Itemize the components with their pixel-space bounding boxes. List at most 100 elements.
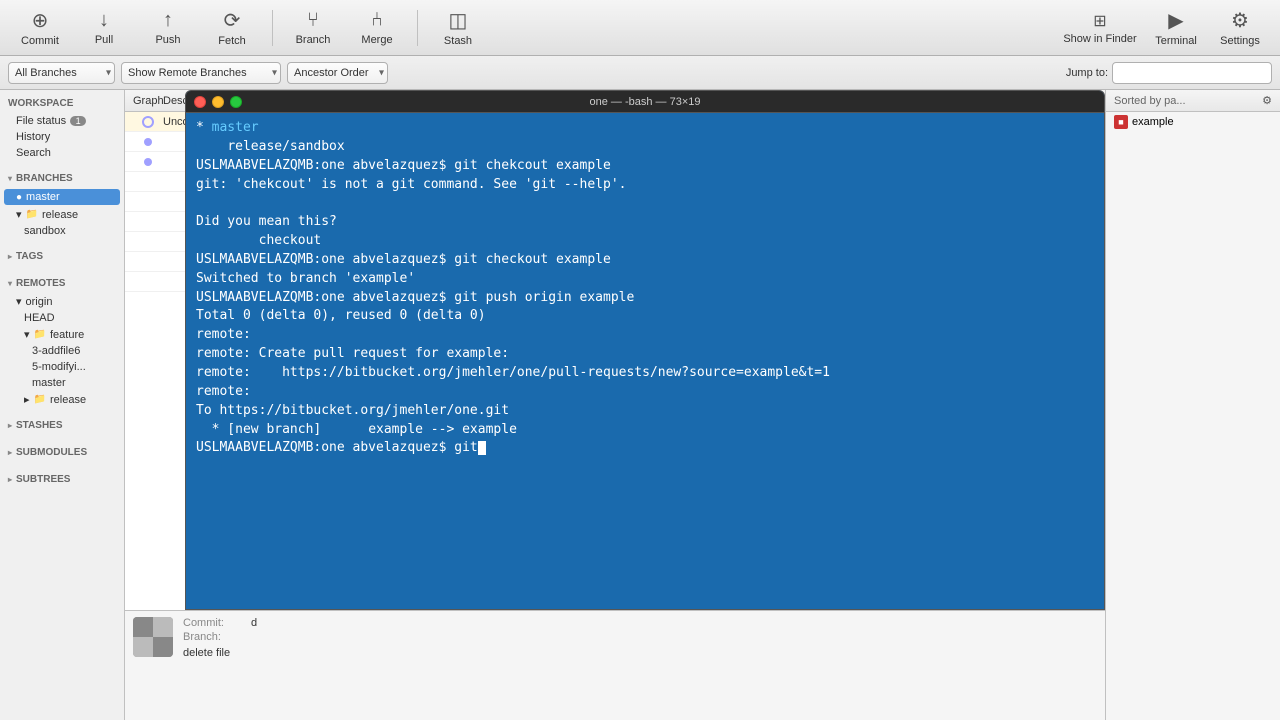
branch-label: Branch bbox=[296, 34, 331, 46]
sidebar-item-sandbox[interactable]: sandbox bbox=[0, 223, 124, 239]
stashes-header[interactable]: ▸ STASHES bbox=[0, 416, 124, 435]
submodules-chevron: ▸ bbox=[8, 448, 12, 457]
delete-file-label: delete file bbox=[183, 647, 1097, 659]
commit-icon: ⊕ bbox=[32, 8, 49, 33]
feature-expand-icon: ▾ bbox=[24, 328, 30, 341]
workspace-header[interactable]: WORKSPACE bbox=[0, 94, 124, 113]
folder-icon: 📁 bbox=[26, 209, 38, 220]
finder-btn[interactable]: ⊞ Show in Finder bbox=[1060, 4, 1140, 52]
branches-header[interactable]: ▾ BRANCHES bbox=[0, 169, 124, 188]
terminal-minimize-btn[interactable] bbox=[212, 96, 224, 108]
sidebar-item-history[interactable]: History bbox=[0, 129, 124, 145]
sidebar-item-remote-release[interactable]: ▸ 📁 release bbox=[0, 391, 124, 408]
commit-avatar bbox=[133, 617, 173, 657]
terminal-output: * master release/sandbox USLMAABVELAZQMB… bbox=[196, 119, 1094, 458]
commit-info-value: d bbox=[251, 617, 257, 629]
jump-to-section: Jump to: bbox=[1066, 62, 1272, 84]
subtrees-chevron: ▸ bbox=[8, 475, 12, 484]
terminal-btn[interactable]: ▶ Terminal bbox=[1148, 4, 1204, 52]
terminal-body[interactable]: * master release/sandbox USLMAABVELAZQMB… bbox=[186, 113, 1104, 609]
pull-btn[interactable]: ↓ Pull bbox=[76, 4, 132, 52]
bottom-panel: Commit: d Branch: delete file bbox=[125, 610, 1105, 720]
stash-item-example[interactable]: ■ example bbox=[1106, 112, 1280, 132]
sidebar-item-head[interactable]: HEAD bbox=[0, 310, 124, 326]
remotes-header[interactable]: ▾ REMOTES bbox=[0, 274, 124, 293]
push-label: Push bbox=[155, 34, 180, 46]
master-label: master bbox=[26, 191, 60, 203]
branches-label: BRANCHES bbox=[16, 173, 73, 184]
tags-header[interactable]: ▸ TAGS bbox=[0, 247, 124, 266]
stash-btn[interactable]: ◫ Stash bbox=[430, 4, 486, 52]
jump-to-input[interactable] bbox=[1112, 62, 1272, 84]
addfile6-label: 3-addfile6 bbox=[32, 345, 80, 357]
remotes-section: ▾ REMOTES ▾ origin HEAD ▾ 📁 feature 3-ad… bbox=[0, 270, 124, 412]
settings-label: Settings bbox=[1220, 35, 1260, 47]
terminal-close-btn[interactable] bbox=[194, 96, 206, 108]
jump-to-label: Jump to: bbox=[1066, 67, 1108, 79]
branch-icon: ⑂ bbox=[307, 9, 319, 32]
file-status-badge: 1 bbox=[70, 116, 86, 126]
toolbar-sep-2 bbox=[417, 10, 418, 46]
pull-icon: ↓ bbox=[99, 9, 109, 32]
push-icon: ↑ bbox=[163, 9, 173, 32]
filter-bar: All Branches master release/sandbox Show… bbox=[0, 56, 1280, 90]
sidebar-item-master[interactable]: ● master bbox=[4, 189, 120, 205]
sidebar-item-addfile6[interactable]: 3-addfile6 bbox=[0, 343, 124, 359]
push-btn[interactable]: ↑ Push bbox=[140, 4, 196, 52]
subtrees-section: ▸ SUBTREES bbox=[0, 466, 124, 493]
stash-label: Stash bbox=[444, 35, 472, 47]
graph-dot-1 bbox=[133, 132, 163, 152]
commit-info-row-1: Commit: d bbox=[183, 617, 1097, 629]
graph-dot-2 bbox=[133, 152, 163, 172]
workspace-section: WORKSPACE File status 1 History Search bbox=[0, 90, 124, 165]
sidebar-item-feature-folder[interactable]: ▾ 📁 feature bbox=[0, 326, 124, 343]
stashes-label: STASHES bbox=[16, 420, 63, 431]
merge-label: Merge bbox=[361, 34, 392, 46]
terminal-maximize-btn[interactable] bbox=[230, 96, 242, 108]
remote-filter-select[interactable]: Show Remote Branches Hide Remote Branche… bbox=[121, 62, 281, 84]
sidebar: WORKSPACE File status 1 History Search ▾… bbox=[0, 90, 125, 720]
right-panel-toolbar: Sorted by pa... ⚙ bbox=[1106, 90, 1280, 112]
content-area: Graph Description Commit Author Date Unc… bbox=[125, 90, 1105, 720]
sorted-by-label: Sorted by pa... bbox=[1110, 95, 1254, 107]
finder-label: Show in Finder bbox=[1063, 33, 1136, 45]
sandbox-label: sandbox bbox=[24, 225, 66, 237]
stashes-chevron: ▸ bbox=[8, 421, 12, 430]
right-panel-settings-btn[interactable]: ⚙ bbox=[1258, 92, 1276, 109]
order-filter-select[interactable]: Ancestor Order Date Order bbox=[287, 62, 388, 84]
branches-chevron: ▾ bbox=[8, 174, 12, 183]
merge-icon: ⑃ bbox=[371, 9, 383, 32]
branch-filter-select[interactable]: All Branches master release/sandbox bbox=[8, 62, 115, 84]
stashes-section: ▸ STASHES bbox=[0, 412, 124, 439]
col-graph-header: Graph bbox=[133, 95, 163, 107]
commit-info-row-2: Branch: bbox=[183, 631, 1097, 643]
subtrees-label: SUBTREES bbox=[16, 474, 70, 485]
merge-btn[interactable]: ⑃ Merge bbox=[349, 4, 405, 52]
commit-label: Commit bbox=[21, 35, 59, 47]
submodules-header[interactable]: ▸ SUBMODULES bbox=[0, 443, 124, 462]
terminal-window: one — -bash — 73×19 * master release/san… bbox=[185, 90, 1105, 610]
sidebar-item-modifyi[interactable]: 5-modifyi... bbox=[0, 359, 124, 375]
pull-label: Pull bbox=[95, 34, 113, 46]
branch-info-label: Branch: bbox=[183, 631, 243, 643]
sidebar-item-file-status[interactable]: File status 1 bbox=[0, 113, 124, 129]
settings-btn[interactable]: ⚙ Settings bbox=[1212, 4, 1268, 52]
sidebar-item-release-folder[interactable]: ▾ 📁 release bbox=[0, 206, 124, 223]
commit-btn[interactable]: ⊕ Commit bbox=[12, 4, 68, 52]
sidebar-item-search[interactable]: Search bbox=[0, 145, 124, 161]
branch-btn[interactable]: ⑂ Branch bbox=[285, 4, 341, 52]
origin-label: origin bbox=[26, 296, 53, 308]
fetch-btn[interactable]: ⟳ Fetch bbox=[204, 4, 260, 52]
search-label: Search bbox=[16, 147, 51, 159]
subtrees-header[interactable]: ▸ SUBTREES bbox=[0, 470, 124, 489]
sidebar-item-remote-master[interactable]: master bbox=[0, 375, 124, 391]
remote-release-folder-icon: 📁 bbox=[34, 394, 46, 405]
submodules-section: ▸ SUBMODULES bbox=[0, 439, 124, 466]
settings-icon: ⚙ bbox=[1231, 8, 1249, 33]
workspace-label: WORKSPACE bbox=[8, 98, 73, 109]
commit-info-label: Commit: bbox=[183, 617, 243, 629]
sidebar-item-origin[interactable]: ▾ origin bbox=[0, 293, 124, 310]
feature-folder-icon: 📁 bbox=[34, 329, 46, 340]
remote-master-label: master bbox=[32, 377, 66, 389]
stash-label-example: example bbox=[1132, 116, 1174, 128]
